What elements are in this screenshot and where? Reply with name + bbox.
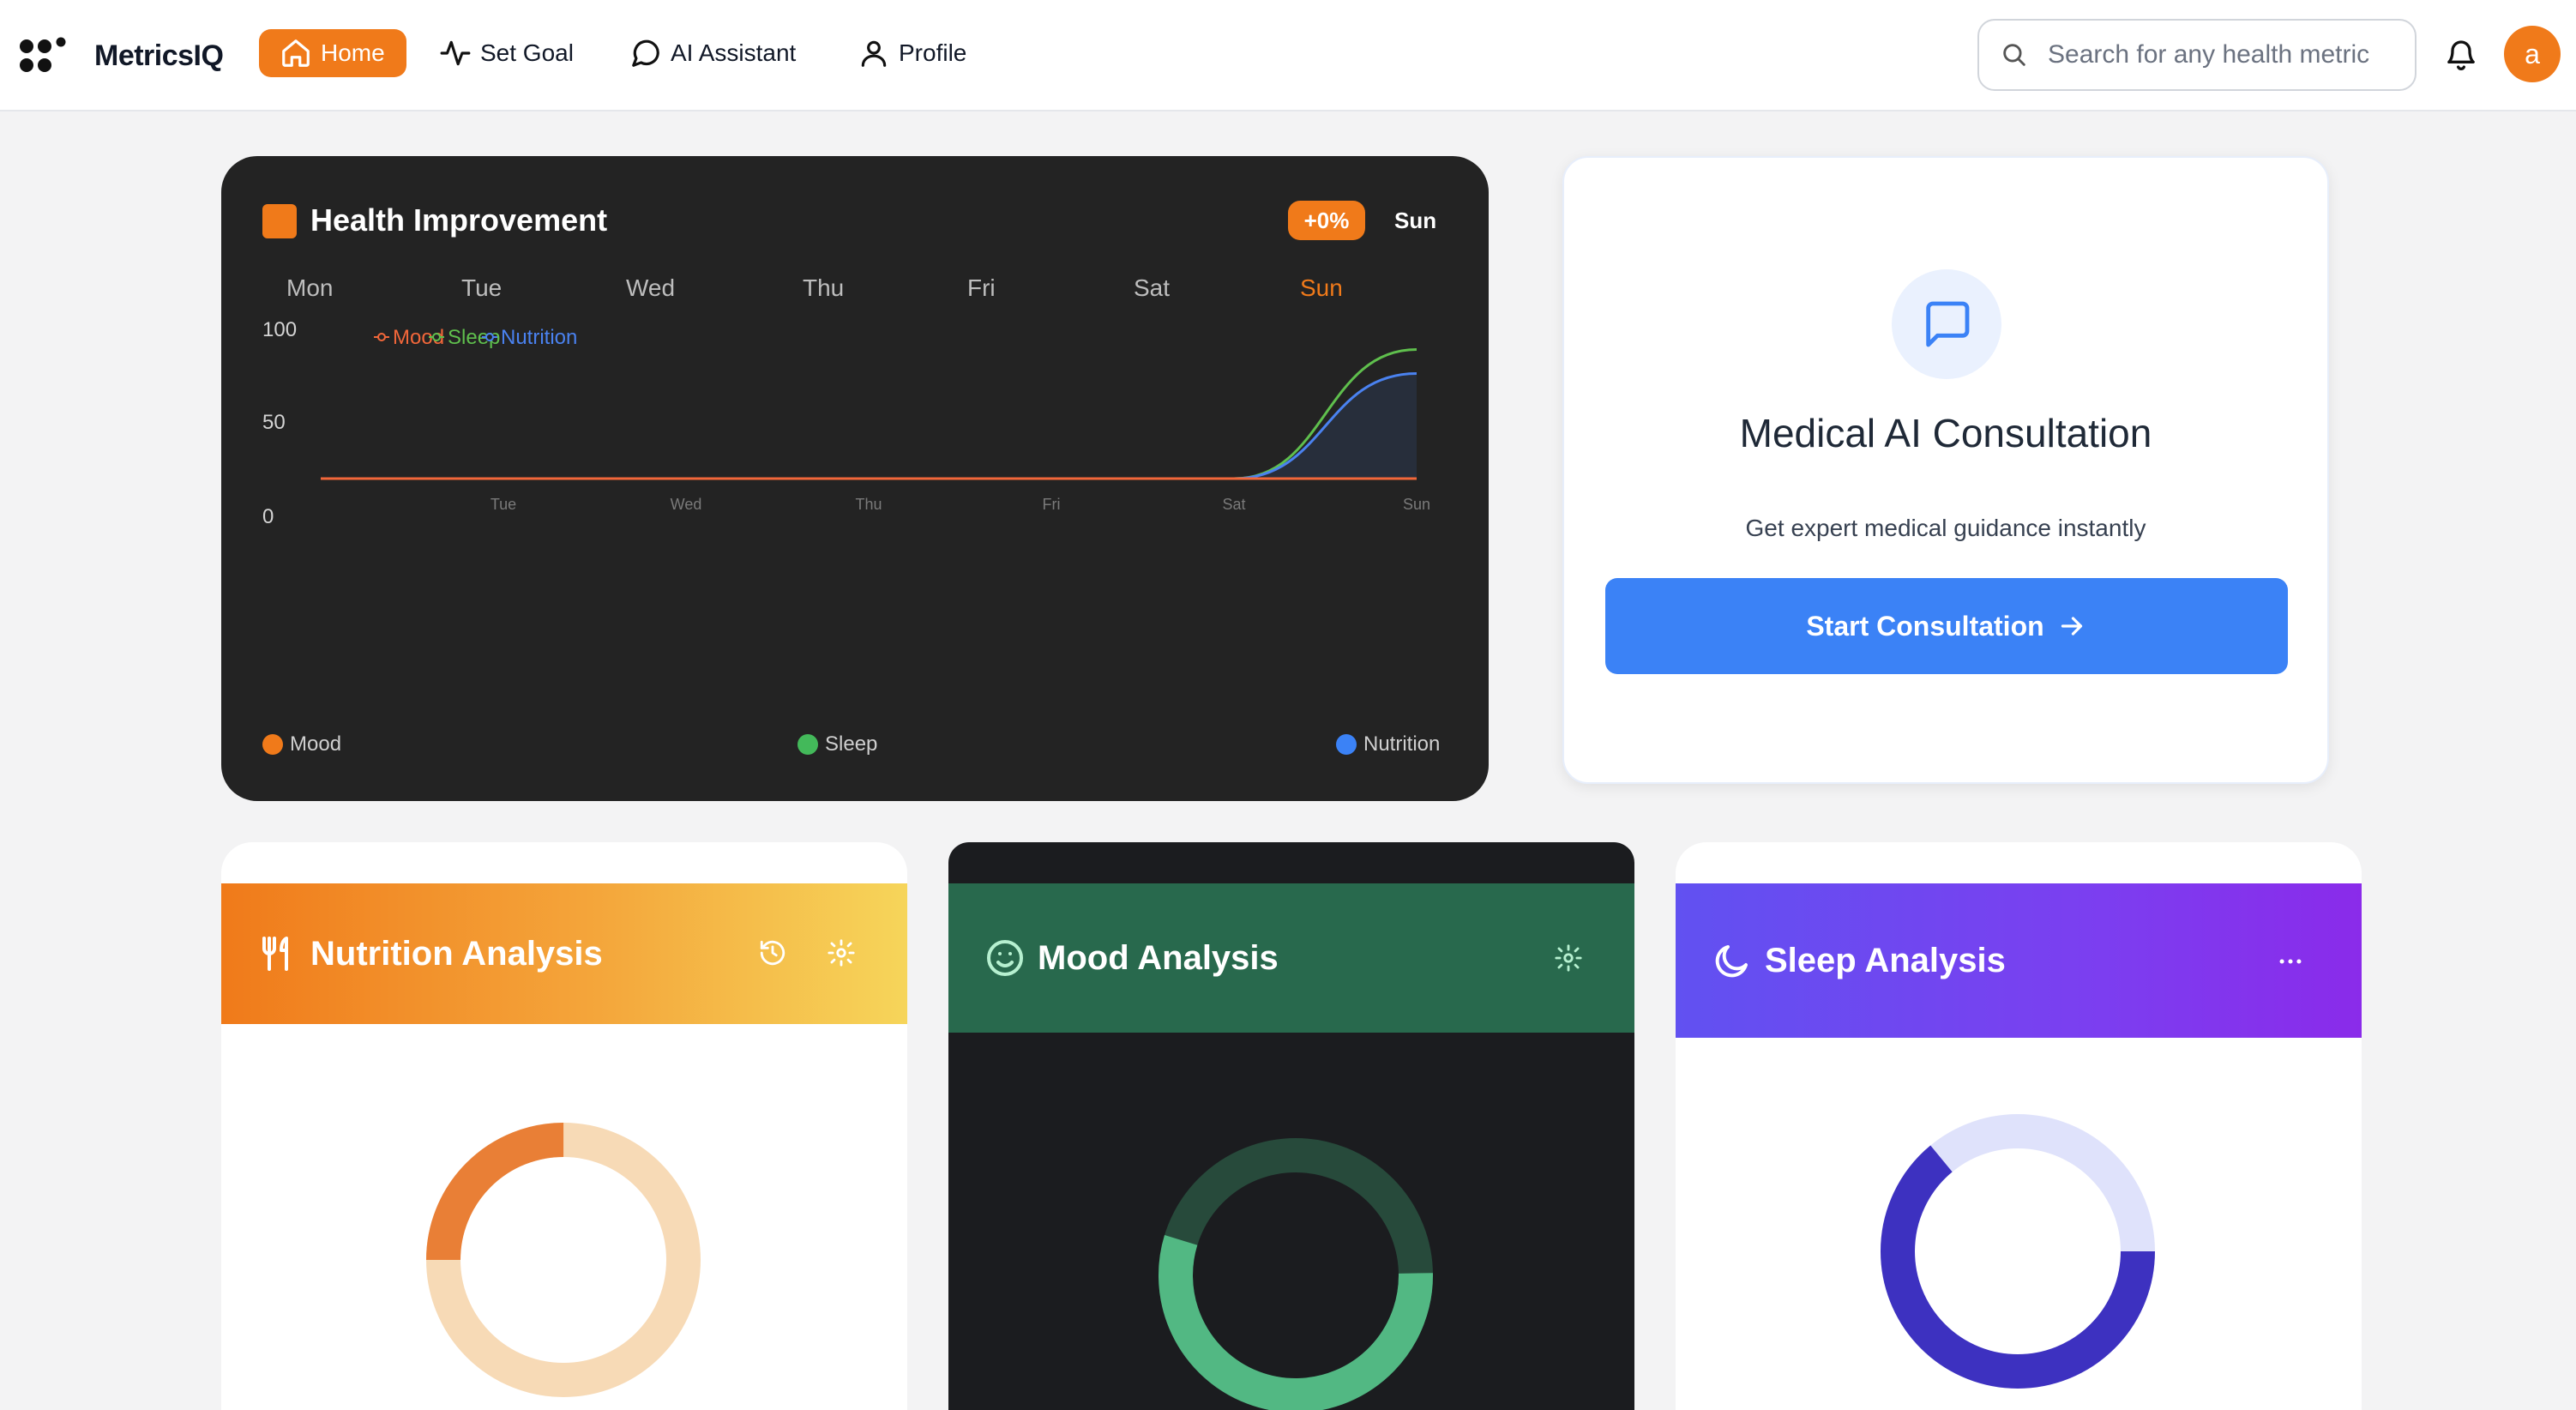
mood-donut-chart [1159, 1138, 1433, 1410]
more-horizontal-icon[interactable] [2276, 947, 2305, 976]
consult-icon-circle [1892, 269, 2001, 379]
gear-icon[interactable] [1554, 943, 1583, 973]
search-box[interactable] [1977, 19, 2417, 91]
legend-dot-icon [377, 333, 386, 341]
nav-home-label: Home [321, 39, 385, 66]
x-tick-label: Tue [491, 496, 516, 513]
start-consultation-button[interactable]: Start Consultation [1605, 578, 2288, 674]
search-input[interactable] [2048, 40, 2391, 69]
nutrition-dot-icon [1336, 734, 1357, 755]
top-navigation-bar: MetricsIQ Home Set Goal AI Assistant Pro… [0, 0, 2576, 111]
nav-ai-assistant-label: AI Assistant [671, 39, 797, 66]
legend-dot-icon [432, 333, 441, 341]
mood-card-title: Mood Analysis [1038, 938, 1279, 977]
nutrition-area-fill [321, 373, 1417, 479]
bell-icon[interactable] [2444, 36, 2478, 74]
medical-consultation-card: Medical AI Consultation Get expert medic… [1562, 156, 2329, 784]
nutrition-analysis-card: Nutrition Analysis [221, 842, 907, 1410]
nav-home-button[interactable]: Home [259, 29, 406, 77]
sleep-donut-chart [1881, 1114, 2155, 1389]
avatar-initial: a [2525, 38, 2540, 69]
moon-icon [1715, 945, 1748, 978]
brand-name: MetricsIQ [94, 39, 224, 72]
legend-item-nutrition: Nutrition [1336, 732, 1440, 756]
sleep-card-title: Sleep Analysis [1765, 941, 2006, 979]
chat-icon [632, 39, 659, 67]
sleep-card-header: Sleep Analysis [1676, 883, 2362, 1038]
consult-title: Medical AI Consultation [1739, 411, 2152, 455]
avatar[interactable]: a [2504, 26, 2561, 82]
mood-dot-icon [262, 734, 283, 755]
activity-icon [440, 40, 471, 66]
series-line-sleep [321, 348, 1417, 480]
x-tick-label: Thu [855, 496, 882, 513]
nutrition-card-title: Nutrition Analysis [310, 934, 603, 973]
gear-icon[interactable] [827, 938, 856, 967]
y-tick-label: 0 [262, 505, 274, 528]
utensils-icon [262, 937, 288, 971]
health-line-chart: 100500Tue Wed Thu Fri Sat SunMood Sleep Nutriti… [262, 318, 1430, 528]
legend-mood-label: Mood [290, 732, 342, 756]
x-tick-label: Sat [1222, 496, 1245, 513]
x-tick-label: Sun [1403, 496, 1430, 513]
nav-set-goal-button[interactable]: Set Goal [439, 29, 574, 77]
y-tick-label: 100 [262, 318, 297, 341]
x-tick-label: Wed [671, 496, 702, 513]
brand-logo[interactable]: MetricsIQ [19, 34, 224, 77]
mood-card-header: Mood Analysis [948, 883, 1634, 1033]
smile-icon [987, 940, 1023, 976]
user-icon [861, 40, 887, 67]
legend-sleep-label: Sleep [825, 732, 878, 756]
nav-profile-label: Profile [899, 39, 967, 66]
legend-item-mood: Mood [262, 732, 341, 756]
history-icon[interactable] [758, 938, 787, 967]
message-square-icon [1926, 301, 1970, 347]
sleep-analysis-card: Sleep Analysis [1676, 842, 2362, 1410]
legend-item-sleep: Sleep [797, 732, 877, 756]
consult-subtitle: Get expert medical guidance instantly [1745, 515, 2146, 541]
sleep-dot-icon [797, 734, 818, 755]
legend-label: Nutrition [501, 326, 577, 349]
mood-analysis-card: Mood Analysis [948, 842, 1634, 1410]
y-tick-label: 50 [262, 411, 286, 434]
apps-logo-icon [20, 37, 66, 72]
nutrition-donut-chart [426, 1123, 701, 1397]
legend-dot-icon [485, 333, 494, 341]
nav-ai-assistant-button[interactable]: AI Assistant [629, 29, 796, 77]
x-tick-label: Fri [1043, 496, 1061, 513]
home-icon [282, 39, 310, 67]
series-line-nutrition [321, 372, 1417, 480]
search-icon [2003, 44, 2025, 66]
arrow-right-icon [2061, 617, 2082, 636]
nav-set-goal-label: Set Goal [480, 39, 574, 66]
nutrition-card-header: Nutrition Analysis [221, 883, 907, 1024]
legend-nutrition-label: Nutrition [1363, 732, 1441, 756]
health-improvement-card: Health Improvement +0% Sun Mon Tue Wed Thu F… [221, 156, 1489, 801]
nav-profile-button[interactable]: Profile [858, 29, 966, 77]
start-consultation-label: Start Consultation [1806, 610, 2044, 642]
